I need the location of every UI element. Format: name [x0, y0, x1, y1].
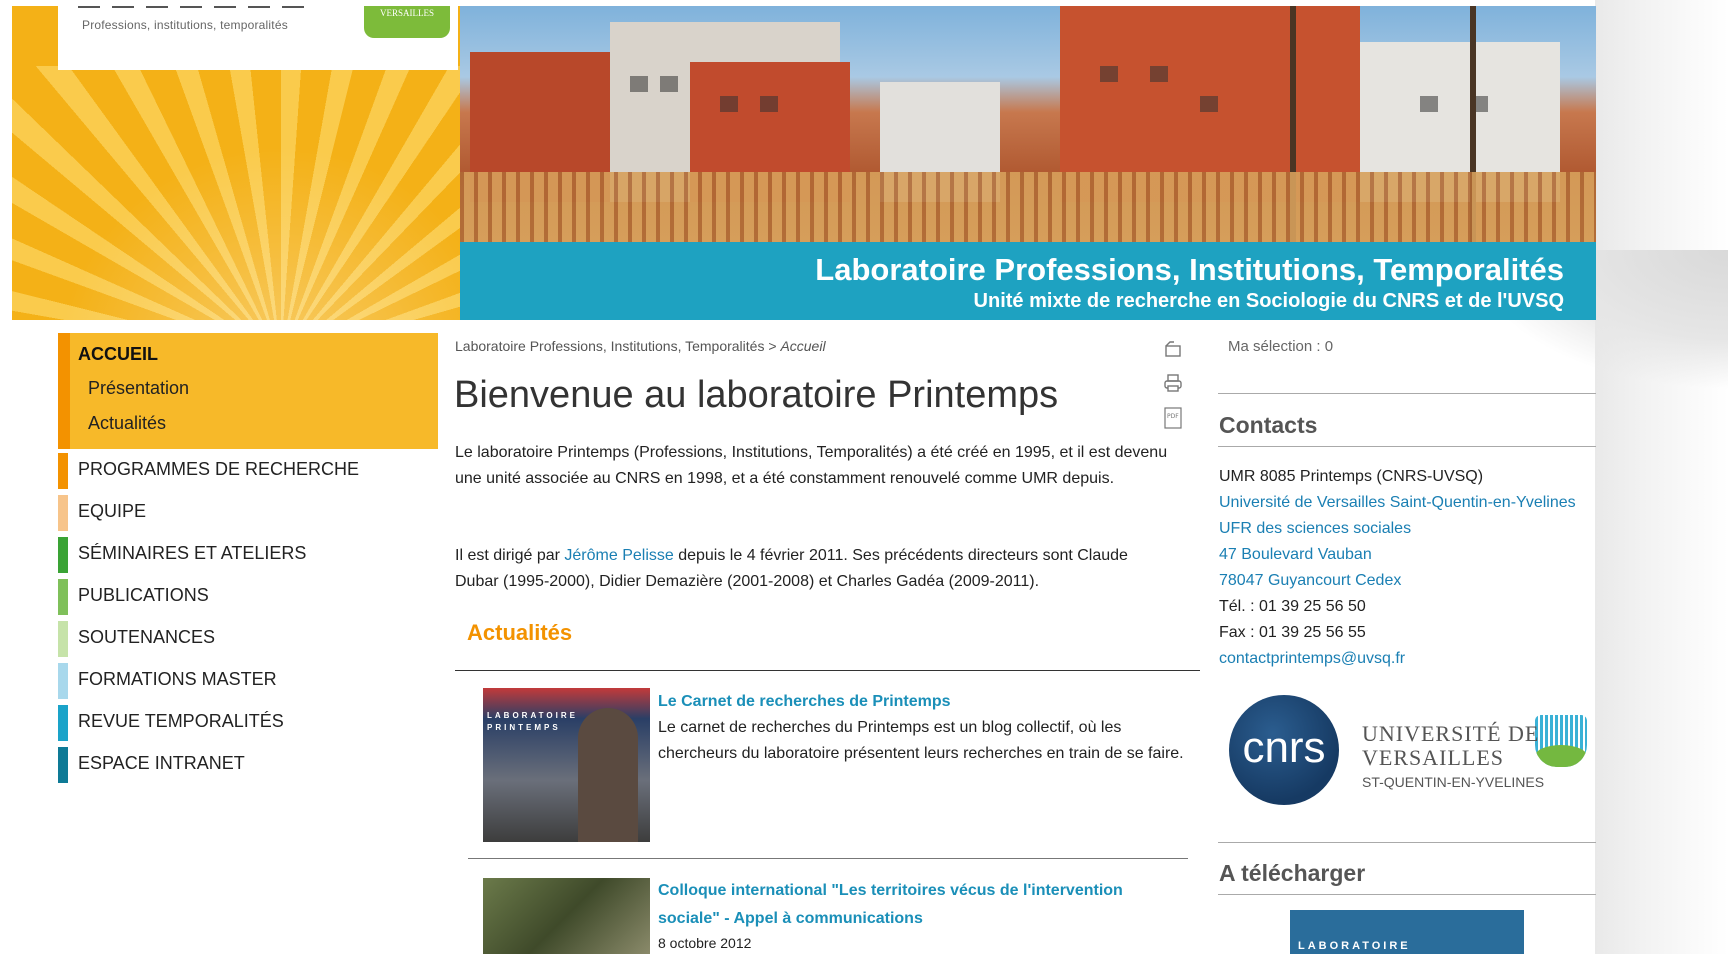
right-grey-band — [1595, 0, 1728, 954]
nav-item-label: FORMATIONS MASTER — [78, 669, 277, 689]
logo-subtitle: Professions, institutions, temporalités — [82, 18, 288, 32]
nav-subitem-presentation[interactable]: Présentation — [70, 371, 438, 406]
news-title-carnet[interactable]: Le Carnet de recherches de Printemps — [658, 688, 1178, 716]
download-thumbnail[interactable]: LABORATOIRE — [1290, 910, 1524, 954]
download-title: A télécharger — [1219, 860, 1366, 886]
contacts-title: Contacts — [1219, 412, 1318, 438]
nav-item-label: PROGRAMMES DE RECHERCHE — [78, 459, 360, 479]
nav-color-bar — [58, 495, 68, 531]
uvsq-logo[interactable]: UNIVERSITÉ DE VERSAILLES ST-QUENTIN-EN-Y… — [1362, 721, 1592, 791]
download-thumb-text: LABORATOIRE — [1298, 940, 1411, 952]
nav-section-accueil: ACCUEIL Présentation Actualités — [58, 333, 438, 449]
director-text-before: Il est dirigé par — [455, 547, 565, 564]
news-heading: Actualités — [467, 620, 573, 645]
news-text-carnet: Le carnet de recherches du Printemps est… — [658, 719, 1184, 762]
nav-color-bar — [58, 747, 68, 783]
news-separator — [468, 858, 1188, 859]
news-divider — [455, 670, 1200, 671]
contact-line[interactable]: 78047 Guyancourt Cedex — [1219, 568, 1576, 594]
director-paragraph: Il est dirigé par Jérôme Pelisse depuis … — [455, 543, 1175, 595]
contact-line[interactable]: UFR des sciences sociales — [1219, 516, 1576, 542]
nav-subitem-actualites[interactable]: Actualités — [70, 406, 438, 441]
lab-subtitle: Unité mixte de recherche en Sociologie d… — [973, 290, 1564, 312]
nav-item-4[interactable]: SOUTENANCES — [58, 617, 438, 659]
nav-item-label: PUBLICATIONS — [78, 585, 209, 605]
uvsq-line2: VERSAILLES — [1362, 745, 1504, 770]
nav-color-bar — [58, 705, 68, 741]
nav-item-3[interactable]: PUBLICATIONS — [58, 575, 438, 617]
nav-item-label: EQUIPE — [78, 501, 147, 521]
nav-item-label: SÉMINAIRES ET ATELIERS — [78, 543, 307, 563]
breadcrumb-root[interactable]: Laboratoire Professions, Institutions, T… — [455, 338, 764, 354]
contact-line: Tél. : 01 39 25 56 50 — [1219, 598, 1366, 615]
nav-item-label: ESPACE INTRANET — [78, 753, 245, 773]
thumbnail-text: LABORATOIRE PRINTEMPS — [487, 711, 578, 732]
contact-line[interactable]: contactprintemps@uvsq.fr — [1219, 646, 1576, 672]
my-selection[interactable]: Ma sélection : 0 — [1228, 338, 1333, 355]
download-divider — [1218, 894, 1596, 895]
uvsq-line1: UNIVERSITÉ DE — [1362, 721, 1540, 746]
nav-color-bar — [58, 579, 68, 615]
nav-item-1[interactable]: EQUIPE — [58, 491, 438, 533]
main-nav: ACCUEIL Présentation Actualités PROGRAMM… — [58, 333, 438, 785]
svg-text:PDF: PDF — [1167, 413, 1179, 420]
nav-item-5[interactable]: FORMATIONS MASTER — [58, 659, 438, 701]
nav-item-label: REVUE TEMPORALITÉS — [78, 711, 284, 731]
contact-line[interactable]: Université de Versailles Saint-Quentin-e… — [1219, 490, 1576, 516]
header-photo — [460, 6, 1596, 242]
sunburst-decoration — [12, 66, 460, 320]
nav-color-bar — [58, 621, 68, 657]
download-divider-top — [1218, 842, 1596, 843]
nav-item-0[interactable]: PROGRAMMES DE RECHERCHE — [58, 449, 438, 491]
news-title-colloque[interactable]: Colloque international "Les territoires … — [658, 877, 1178, 933]
lab-title-band: Laboratoire Professions, Institutions, T… — [460, 242, 1596, 320]
uvsq-line3: ST-QUENTIN-EN-YVELINES — [1362, 774, 1545, 790]
nav-color-bar — [58, 663, 68, 699]
contacts-divider — [1218, 446, 1596, 447]
nav-item-2[interactable]: SÉMINAIRES ET ATELIERS — [58, 533, 438, 575]
nav-item-7[interactable]: ESPACE INTRANET — [58, 743, 438, 785]
news-date-colloque: 8 octobre 2012 — [658, 935, 752, 951]
print-icon[interactable] — [1162, 372, 1184, 394]
nav-item-label: SOUTENANCES — [78, 627, 216, 647]
contact-line[interactable]: 47 Boulevard Vauban — [1219, 542, 1576, 568]
director-link[interactable]: Jérôme Pelisse — [564, 547, 673, 564]
nav-item-6[interactable]: REVUE TEMPORALITÉS — [58, 701, 438, 743]
logo-wordmark — [78, 6, 308, 8]
uvsq-badge: VERSAILLES — [364, 6, 450, 38]
news-thumbnail-carnet[interactable]: LABORATOIRE PRINTEMPS — [483, 688, 650, 842]
site-header: Professions, institutions, temporalités … — [12, 6, 1596, 320]
intro-paragraph: Le laboratoire Printemps (Professions, I… — [455, 444, 1168, 487]
breadcrumb-current: Accueil — [780, 338, 826, 354]
nav-color-bar — [58, 537, 68, 573]
cnrs-logo[interactable]: cnrs — [1229, 695, 1339, 805]
share-icon[interactable] — [1162, 338, 1184, 360]
selection-divider — [1218, 393, 1596, 394]
contact-line: Fax : 01 39 25 56 55 — [1219, 624, 1366, 641]
nav-color-bar — [58, 453, 68, 489]
contact-block: UMR 8085 Printemps (CNRS-UVSQ) Université… — [1219, 464, 1576, 672]
lab-title: Laboratoire Professions, Institutions, T… — [815, 252, 1564, 287]
pdf-icon[interactable]: PDF — [1162, 406, 1184, 429]
page-title: Bienvenue au laboratoire Printemps — [454, 374, 1059, 416]
breadcrumb: Laboratoire Professions, Institutions, T… — [455, 338, 826, 354]
breadcrumb-separator: > — [764, 338, 781, 354]
nav-item-accueil[interactable]: ACCUEIL — [70, 339, 438, 371]
contact-line: UMR 8085 Printemps (CNRS-UVSQ) — [1219, 468, 1484, 485]
news-thumbnail-colloque[interactable] — [483, 878, 650, 954]
